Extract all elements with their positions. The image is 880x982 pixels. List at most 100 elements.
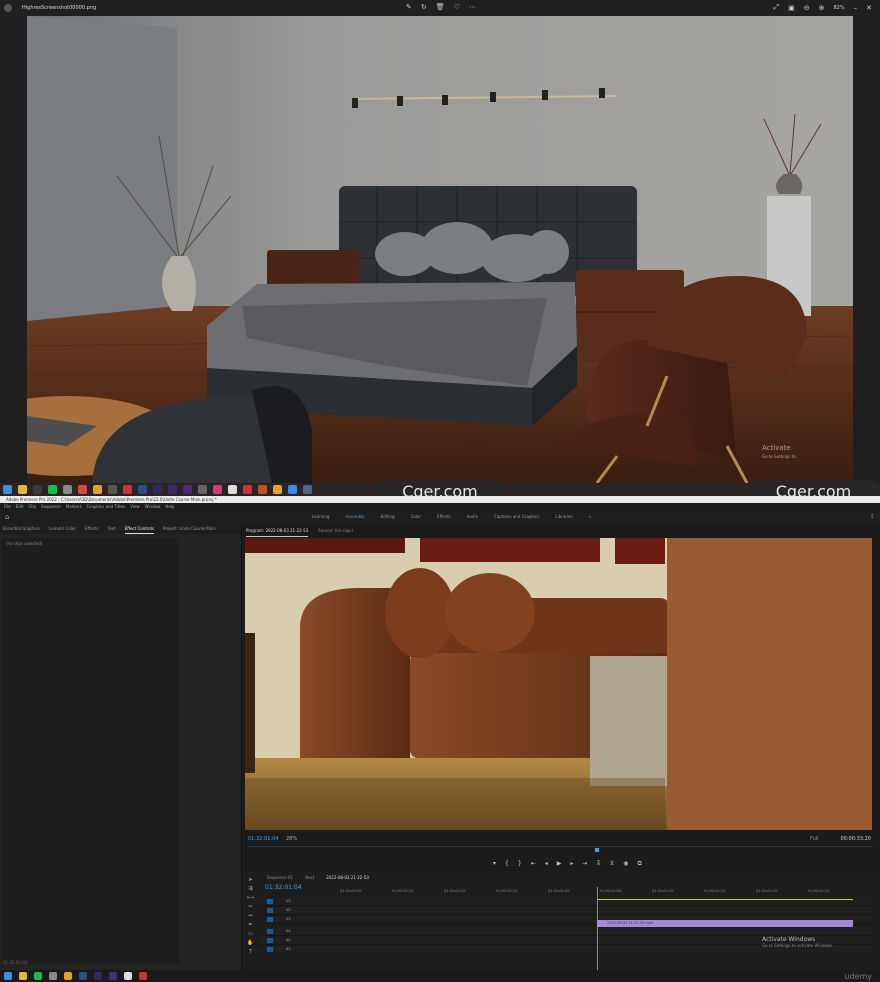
app-icon[interactable]	[198, 485, 207, 494]
workspace-learning[interactable]: Learning	[312, 514, 329, 519]
track-target-toggle[interactable]	[267, 899, 273, 904]
fullscreen-icon[interactable]: ⤢	[774, 3, 780, 12]
menu-clip[interactable]: Clip	[28, 503, 36, 510]
explorer-icon[interactable]	[19, 972, 27, 980]
export-frame-icon[interactable]: ◉	[623, 860, 628, 868]
explorer-icon[interactable]	[18, 485, 27, 494]
slip-tool-icon[interactable]: ↔	[248, 913, 252, 919]
app-icon[interactable]	[139, 972, 147, 980]
workspace-overflow-icon[interactable]: »	[589, 514, 591, 519]
unreal-icon[interactable]	[124, 972, 132, 980]
app-icon[interactable]	[258, 485, 267, 494]
selection-tool-icon[interactable]: ➤	[248, 877, 252, 883]
slideshow-icon[interactable]: ▣	[788, 4, 795, 12]
workspace-assembly[interactable]: Assembly	[345, 514, 364, 519]
add-marker-icon[interactable]: ▾	[493, 860, 496, 868]
program-zoom-select[interactable]: 28%	[286, 836, 297, 842]
tab-essential-graphics[interactable]: Essential Graphics	[3, 524, 40, 534]
program-scrub-bar[interactable]	[248, 846, 873, 856]
minimize-icon[interactable]: –	[854, 4, 858, 12]
rotate-icon[interactable]: ↻	[421, 3, 427, 11]
pen-tool-icon[interactable]: ✒	[248, 922, 252, 928]
tab-source[interactable]: Source: (no clips)	[318, 524, 353, 537]
timeline-ruler[interactable]: 01:32:00:00 01:32:00:15 01:32:00:20 01:3…	[340, 888, 860, 897]
photoshop-icon[interactable]	[138, 485, 147, 494]
program-playhead[interactable]	[595, 848, 599, 852]
play-icon[interactable]: ▶	[557, 860, 562, 868]
after-effects-icon[interactable]	[109, 972, 117, 980]
lift-icon[interactable]: ⊼	[596, 860, 600, 868]
start-icon[interactable]	[4, 972, 12, 980]
app-icon[interactable]	[243, 485, 252, 494]
tab-effects[interactable]: Effects	[85, 524, 99, 534]
rectangle-tool-icon[interactable]: ▭	[248, 931, 253, 937]
after-effects-icon[interactable]	[183, 485, 192, 494]
zoom-out-icon[interactable]: ⊖	[804, 4, 810, 12]
track-target-toggle[interactable]	[267, 938, 273, 943]
premiere-icon[interactable]	[94, 972, 102, 980]
tab-sequence-01[interactable]: Sequence 01	[267, 875, 293, 880]
mark-out-icon[interactable]: }	[518, 860, 522, 868]
workspace-captions[interactable]: Captions and Graphics	[494, 514, 539, 519]
more-icon[interactable]: ⋯	[469, 3, 476, 11]
step-forward-icon[interactable]: ▸	[570, 860, 573, 868]
workspace-effects[interactable]: Effects	[437, 514, 451, 519]
workspace-color[interactable]: Color	[411, 514, 421, 519]
app-icon[interactable]	[108, 485, 117, 494]
edit-icon[interactable]: ✎	[406, 3, 412, 11]
app-icon[interactable]	[123, 485, 132, 494]
hand-tool-icon[interactable]: ✋	[247, 940, 253, 946]
mark-in-icon[interactable]: {	[505, 860, 509, 868]
track-target-toggle[interactable]	[267, 917, 273, 922]
delete-icon[interactable]: 🗑	[436, 3, 445, 11]
app-icon[interactable]	[213, 485, 222, 494]
photos-icon[interactable]	[288, 485, 297, 494]
video-clip[interactable]: 2022-08-03 21-22-53.mp4	[597, 920, 853, 927]
razor-tool-icon[interactable]: ✂	[248, 904, 252, 910]
menu-markers[interactable]: Markers	[66, 503, 82, 510]
track-target-toggle[interactable]	[267, 947, 273, 952]
app-icon[interactable]	[49, 972, 57, 980]
work-area-bar[interactable]	[597, 899, 853, 900]
workspace-editing[interactable]: Editing	[381, 514, 395, 519]
zoom-level[interactable]: 82%	[834, 5, 845, 11]
type-tool-icon[interactable]: T	[249, 949, 252, 955]
start-icon[interactable]	[3, 485, 12, 494]
menu-graphics[interactable]: Graphics and Titles	[87, 503, 125, 510]
menu-file[interactable]: File	[4, 503, 11, 510]
timeline-playhead[interactable]	[597, 887, 598, 970]
menu-help[interactable]: Help	[165, 503, 174, 510]
chrome-icon[interactable]	[64, 972, 72, 980]
tab-nest[interactable]: Nest	[305, 875, 314, 880]
tab-project[interactable]: Project: Unite Course Main	[163, 524, 216, 534]
timeline-timecode[interactable]: 01:32:01:04	[265, 884, 302, 891]
app-icon[interactable]	[303, 485, 312, 494]
program-resolution-select[interactable]: Full	[810, 836, 819, 842]
workspace-audio[interactable]: Audio	[467, 514, 478, 519]
compare-icon[interactable]: ⧉	[637, 860, 641, 868]
track-target-toggle[interactable]	[267, 908, 273, 913]
app-icon[interactable]	[78, 485, 87, 494]
tab-program[interactable]: Program: 2022-08-03 21-22-53	[246, 524, 309, 537]
tab-sequence-current[interactable]: 2022-08-03 21-22-53	[326, 875, 369, 880]
step-back-icon[interactable]: ◂	[545, 860, 548, 868]
app-icon[interactable]	[273, 485, 282, 494]
extract-icon[interactable]: ⊻	[610, 860, 614, 868]
track-target-toggle[interactable]	[267, 929, 273, 934]
tab-effect-controls[interactable]: Effect Controls	[124, 524, 154, 534]
spotify-icon[interactable]	[48, 485, 57, 494]
zoom-in-icon[interactable]: ⊕	[819, 4, 825, 12]
tab-lumetri-color[interactable]: Lumetri Color	[49, 524, 76, 534]
app-icon[interactable]	[63, 485, 72, 494]
program-timecode[interactable]: 01:32:01:04	[248, 836, 279, 842]
track-v2[interactable]: V2	[260, 907, 872, 915]
unreal-icon[interactable]	[228, 485, 237, 494]
home-icon[interactable]: ⌂	[5, 513, 9, 521]
workspace-libraries[interactable]: Libraries	[555, 514, 572, 519]
premiere-icon[interactable]	[168, 485, 177, 494]
go-to-in-icon[interactable]: ⇤	[531, 860, 536, 868]
track-a1[interactable]: A1	[260, 928, 872, 936]
menu-view[interactable]: View	[130, 503, 140, 510]
menu-sequence[interactable]: Sequence	[41, 503, 61, 510]
menu-window[interactable]: Window	[145, 503, 161, 510]
